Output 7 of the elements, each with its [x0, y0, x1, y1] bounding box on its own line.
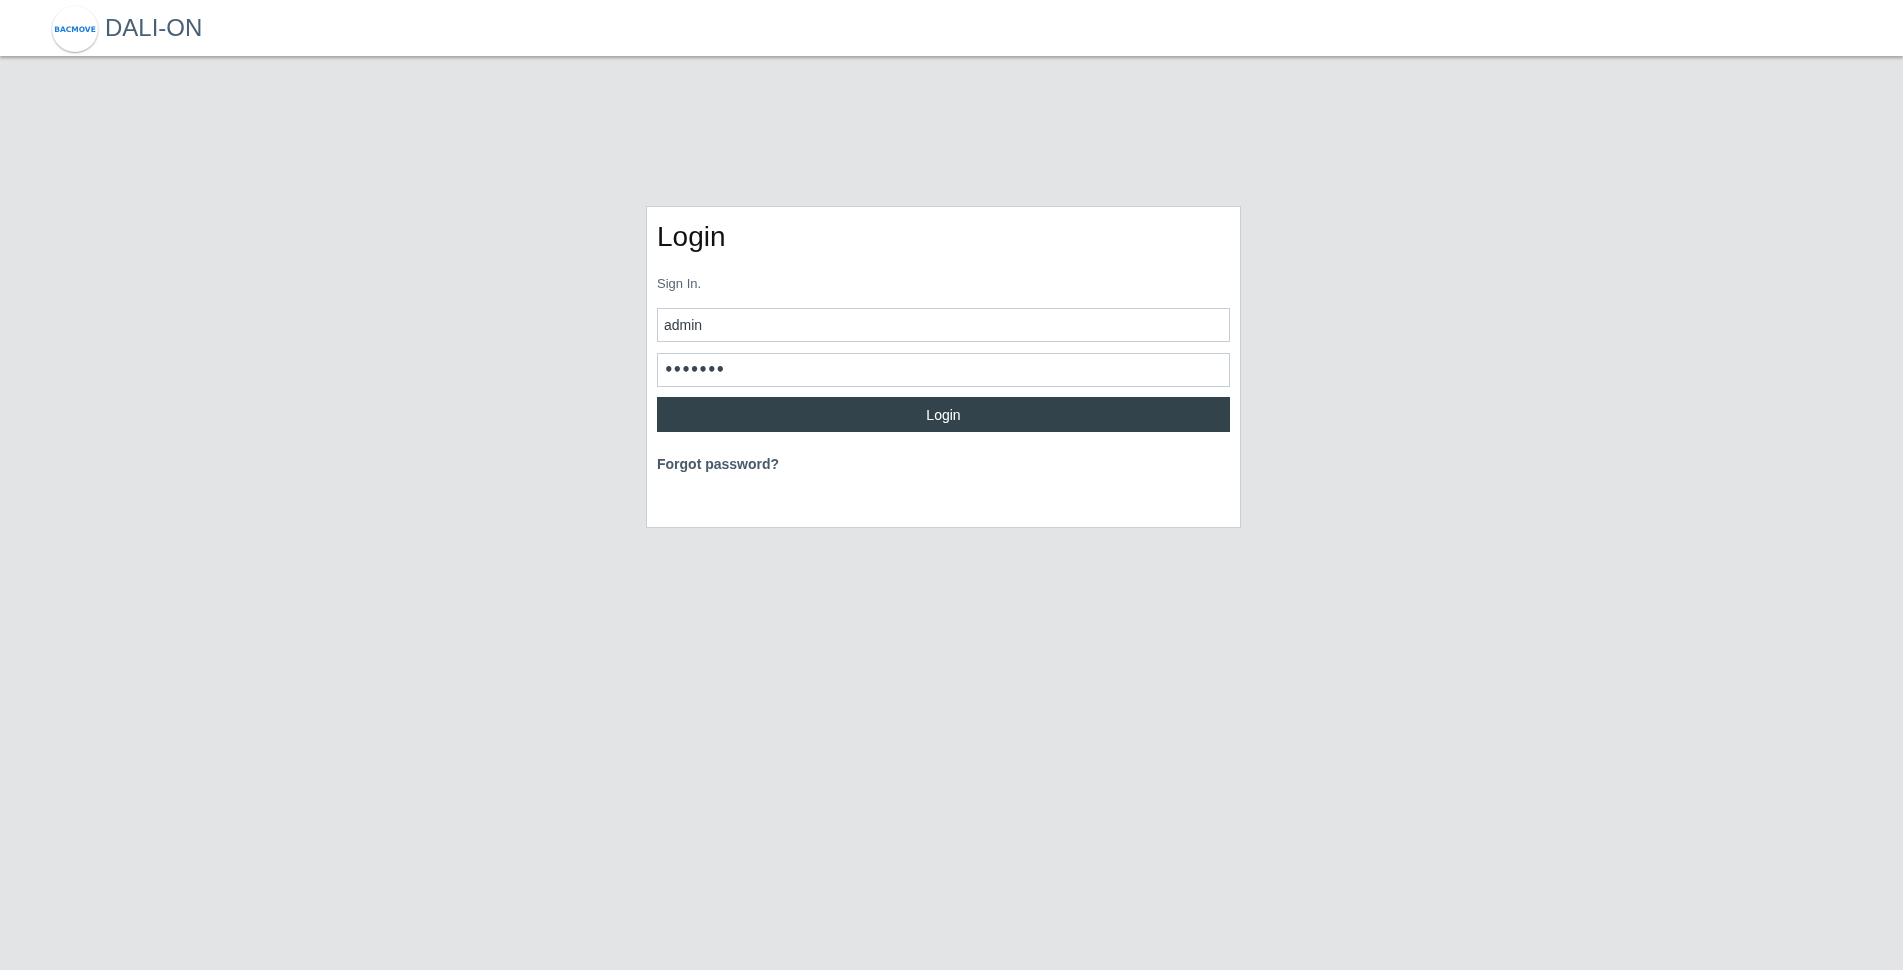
- password-field[interactable]: •••••••: [657, 353, 1230, 387]
- sign-in-subtitle: Sign In.: [657, 275, 702, 293]
- login-button[interactable]: Login: [657, 397, 1230, 432]
- forgot-password-link[interactable]: Forgot password?: [657, 455, 780, 473]
- login-title: Login: [657, 221, 726, 253]
- username-field[interactable]: admin: [657, 308, 1230, 342]
- app-title[interactable]: DALI-ON: [105, 14, 203, 42]
